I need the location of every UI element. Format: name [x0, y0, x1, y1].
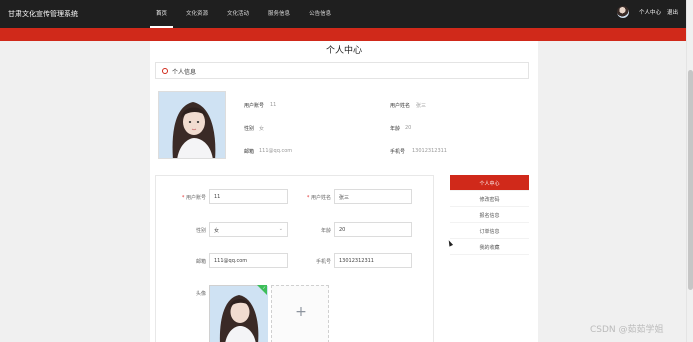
form-gender-label: 性别 — [195, 228, 206, 234]
info-account-label: 用户账号 — [244, 103, 265, 109]
avatar[interactable] — [616, 6, 629, 18]
form-avatar-label: 头像 — [195, 291, 206, 297]
site-brand[interactable]: 甘肃文化宣传管理系统 — [8, 9, 78, 19]
required-mark: * — [306, 195, 310, 201]
phone-input[interactable]: 13012312311 — [334, 253, 412, 268]
info-account-value: 11 — [270, 102, 277, 108]
info-gender-label: 性别 — [244, 126, 255, 132]
age-input[interactable]: 20 — [334, 222, 412, 237]
user-area: 个人中心 退出 — [616, 6, 678, 18]
page-scrollbar[interactable] — [686, 0, 693, 342]
info-phone-value: 13012312311 — [412, 148, 447, 154]
profile-edit-form: * 用户账号 11 * 用户姓名 张三 性别 女 ⌄ 年龄 20 邮箱 111@… — [155, 175, 434, 342]
form-age-label: 年龄 — [320, 228, 331, 234]
side-menu-item-favorites[interactable]: 我的收藏 — [450, 239, 529, 255]
watermark: CSDN @茹茹学姐 — [590, 325, 664, 335]
scrollbar-thumb[interactable] — [688, 70, 693, 290]
plus-icon: + — [295, 304, 307, 320]
profile-photo — [158, 91, 226, 159]
section-title: 个人信息 — [172, 69, 197, 76]
form-phone-label: 手机号 — [315, 259, 331, 265]
side-menu: 个人中心 修改密码 报名信息 订单信息 我的收藏 — [450, 175, 529, 255]
nav-item-service-info[interactable]: 服务信息 — [262, 0, 296, 28]
user-center-link[interactable]: 个人中心 — [639, 8, 661, 16]
info-age-label: 年龄 — [390, 126, 401, 132]
email-input[interactable]: 111@qq.com — [209, 253, 288, 268]
avatar-preview[interactable]: ✓ — [209, 285, 268, 342]
info-gender-value: 女 — [259, 126, 265, 132]
nav-item-culture-resources[interactable]: 文化资源 — [180, 0, 214, 28]
form-name-label: * 用户姓名 — [306, 195, 331, 201]
portrait-image — [159, 92, 225, 158]
section-header: 个人信息 — [155, 62, 529, 79]
main-nav: 首页 文化资源 文化活动 服务信息 公告信息 — [150, 0, 344, 28]
side-menu-item-registrations[interactable]: 报名信息 — [450, 207, 529, 223]
info-email-label: 邮箱 — [244, 149, 255, 155]
check-icon: ✓ — [262, 285, 266, 290]
info-age-value: 20 — [405, 125, 412, 131]
info-name-label: 用户姓名 — [390, 103, 411, 109]
side-menu-item-orders[interactable]: 订单信息 — [450, 223, 529, 239]
name-input[interactable]: 张三 — [334, 189, 412, 204]
info-email-value: 111@qq.com — [259, 148, 293, 154]
logout-link[interactable]: 退出 — [667, 8, 678, 16]
account-input[interactable]: 11 — [209, 189, 288, 204]
gender-select[interactable]: 女 ⌄ — [209, 222, 288, 237]
info-name-value: 张三 — [416, 103, 427, 109]
form-email-label: 邮箱 — [195, 259, 206, 265]
required-mark: * — [181, 195, 185, 201]
page-title: 个人中心 — [325, 46, 362, 56]
side-menu-item-change-password[interactable]: 修改密码 — [450, 191, 529, 207]
nav-item-culture-activities[interactable]: 文化活动 — [221, 0, 255, 28]
side-menu-item-user-center[interactable]: 个人中心 — [450, 175, 529, 191]
form-account-label: * 用户账号 — [181, 195, 206, 201]
banner-strip — [0, 28, 686, 41]
main-panel: 个人中心 个人信息 用户账号 11 用户姓名 张三 性别 女 年龄 20 邮箱 … — [150, 41, 538, 342]
info-phone-label: 手机号 — [390, 149, 406, 155]
avatar-upload-button[interactable]: + — [271, 285, 329, 342]
nav-item-announcements[interactable]: 公告信息 — [303, 0, 337, 28]
nav-item-home[interactable]: 首页 — [150, 0, 174, 28]
top-navbar: 甘肃文化宣传管理系统 首页 文化资源 文化活动 服务信息 公告信息 个人中心 退… — [0, 0, 686, 28]
gender-select-value: 女 — [214, 228, 220, 234]
radio-dot-icon — [162, 68, 168, 74]
